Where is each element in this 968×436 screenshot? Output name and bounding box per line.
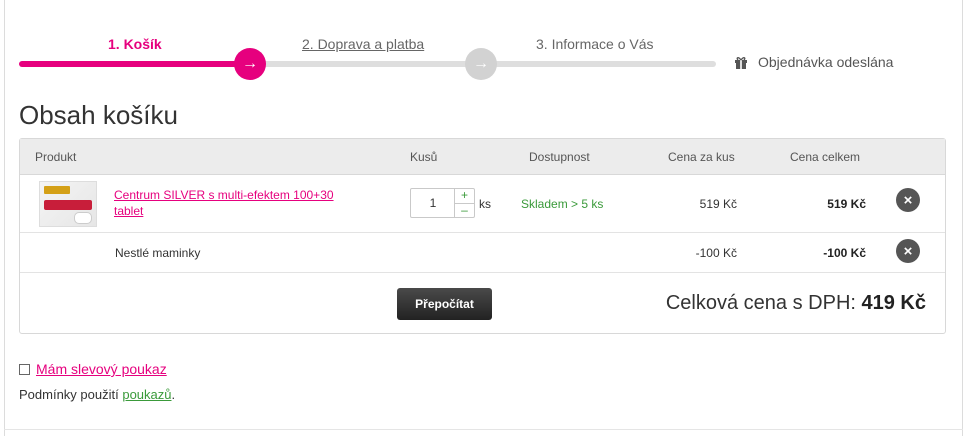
quantity-increase-button[interactable]: + [455, 189, 474, 203]
quantity-stepper: + – [410, 188, 475, 218]
col-total-price: Cena celkem [790, 150, 861, 164]
availability-status: Skladem > 5 ks [521, 197, 604, 211]
terms-suffix: . [171, 387, 176, 402]
progress-track-completed [19, 61, 251, 67]
voucher-terms: Podmínky použití poukazů. [19, 387, 175, 402]
total-price: 519 Kč [827, 197, 866, 211]
step-order-sent: Objednávka odeslána [734, 54, 893, 70]
terms-prefix: Podmínky použití [19, 387, 119, 402]
total-price: -100 Kč [823, 246, 866, 260]
arrow-right-icon: → [234, 48, 266, 80]
cart-table: Produkt Kusů Dostupnost Cena za kus Cena… [19, 138, 946, 334]
quantity-decrease-button[interactable]: – [455, 203, 474, 218]
remove-item-icon[interactable]: × [896, 188, 920, 212]
col-availability: Dostupnost [529, 150, 590, 164]
arrow-right-icon: → [465, 48, 497, 80]
gift-icon [734, 55, 748, 69]
page-title: Obsah košíku [19, 100, 178, 130]
product-image[interactable] [39, 181, 97, 227]
col-qty: Kusů [410, 150, 438, 164]
voucher-checkbox[interactable] [19, 363, 30, 375]
remove-discount-icon[interactable]: × [896, 239, 920, 263]
step-information: 3. Informace o Vás [536, 36, 654, 52]
step-shipping-link[interactable]: 2. Doprava a platba [302, 36, 424, 52]
table-row: Nestlé maminky -100 Kč -100 Kč × [20, 233, 945, 273]
terms-link[interactable]: poukazů [122, 387, 171, 402]
col-product: Produkt [35, 150, 77, 164]
table-row: Centrum SILVER s multi-efektem 100+30 ta… [20, 175, 945, 233]
quantity-input[interactable] [411, 189, 455, 217]
recalculate-button[interactable]: Přepočítat [397, 288, 492, 320]
grand-total-label: Celková cena s DPH: [665, 292, 856, 314]
step-cart: 1. Košík [108, 36, 162, 52]
grand-total-value: 419 Kč [861, 292, 927, 314]
cart-table-header: Produkt Kusů Dostupnost Cena za kus Cena… [20, 139, 945, 175]
step-order-sent-label: Objednávka odeslána [758, 54, 894, 70]
cart-footer: Přepočítat Celková cena s DPH: 419 Kč [20, 273, 945, 333]
voucher-toggle: Mám slevový poukaz [19, 361, 167, 377]
unit-price: -100 Kč [695, 246, 737, 260]
discount-name: Nestlé maminky [115, 246, 201, 260]
grand-total: Celková cena s DPH: 419 Kč [666, 292, 926, 315]
quantity-unit: ks [479, 197, 491, 211]
checkout-steps: 1. Košík 2. Doprava a platba 3. Informac… [19, 30, 949, 90]
divider [4, 429, 963, 430]
col-unit-price: Cena za kus [668, 150, 735, 164]
unit-price: 519 Kč [699, 197, 737, 211]
voucher-link[interactable]: Mám slevový poukaz [36, 361, 167, 377]
product-name-link[interactable]: Centrum SILVER s multi-efektem 100+30 ta… [114, 187, 364, 219]
